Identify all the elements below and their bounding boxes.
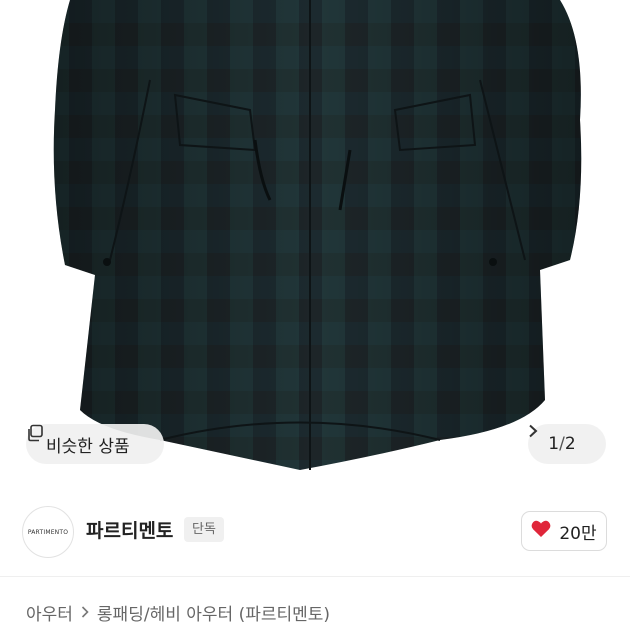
- like-button[interactable]: 20만: [521, 511, 607, 551]
- like-count: 20만: [559, 523, 597, 544]
- similar-products-label: 비슷한 상품: [46, 436, 130, 457]
- similar-products-button[interactable]: 비슷한 상품: [26, 424, 164, 464]
- shop-info-row: PARTIMENTO 파르티멘토 단독 20만: [0, 487, 630, 577]
- breadcrumb: 아우터 롱패딩/헤비 아우터 (파르티멘토): [26, 600, 330, 625]
- divider: [0, 576, 630, 577]
- shop-logo[interactable]: PARTIMENTO: [22, 506, 74, 558]
- chevron-right-icon: [81, 603, 89, 623]
- heart-icon: [531, 520, 551, 543]
- shop-name[interactable]: 파르티멘토: [86, 516, 173, 543]
- breadcrumb-item-category[interactable]: 롱패딩/헤비 아우터 (파르티멘토): [97, 600, 330, 625]
- shop-logo-text: PARTIMENTO: [27, 528, 69, 536]
- exclusive-badge: 단독: [184, 517, 224, 542]
- product-image[interactable]: 비슷한 상품 1/2: [0, 0, 630, 487]
- breadcrumb-item-outer[interactable]: 아우터: [26, 600, 73, 625]
- image-page-indicator[interactable]: 1/2: [528, 424, 606, 464]
- page-total: 2: [564, 434, 576, 454]
- jacket-photo: [53, 0, 582, 470]
- page-current: 1: [548, 434, 560, 454]
